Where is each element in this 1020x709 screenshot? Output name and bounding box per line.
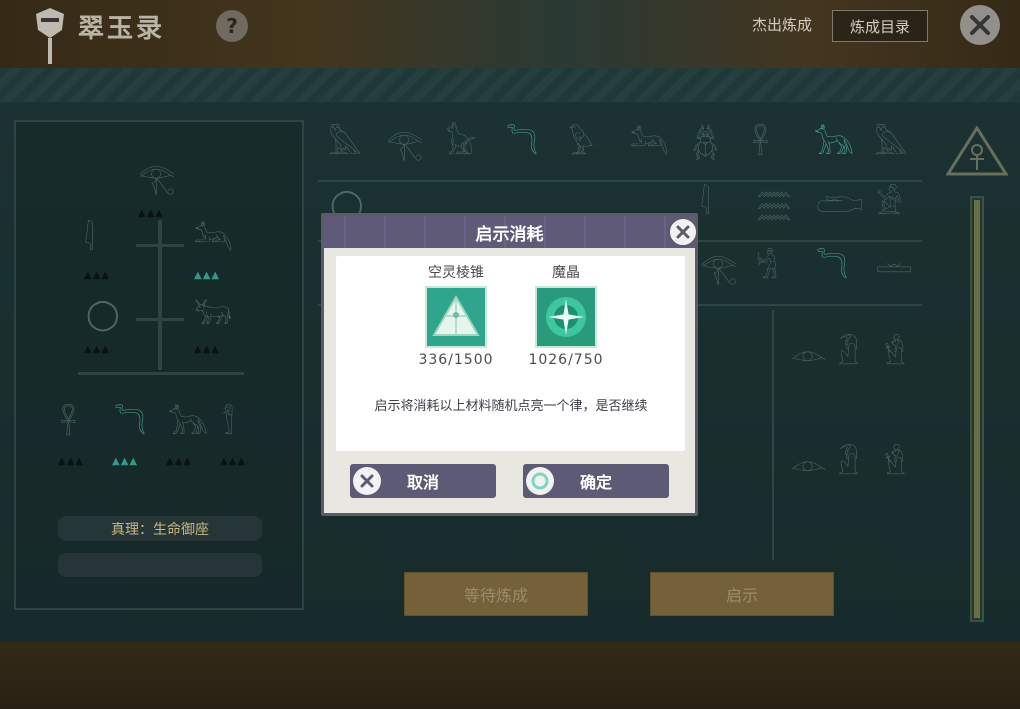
item-name: 魔晶 bbox=[552, 265, 580, 281]
cancel-icon bbox=[353, 467, 381, 495]
dialog-close-icon[interactable] bbox=[668, 217, 698, 247]
confirm-label: 确定 bbox=[579, 473, 612, 492]
cancel-label: 取消 bbox=[406, 473, 439, 492]
item-name: 空灵棱锥 bbox=[428, 265, 484, 281]
reveal-cost-dialog: 启示消耗 空灵棱锥 336/1500 魔晶 1026/750 启示将消耗以上材料… bbox=[321, 213, 698, 516]
dialog-body: 空灵棱锥 336/1500 魔晶 1026/750 启示将消耗以上材料随机点亮一… bbox=[336, 256, 685, 451]
dialog-description: 启示将消耗以上材料随机点亮一个律，是否继续 bbox=[374, 399, 648, 414]
item-count: 336/1500 bbox=[418, 352, 494, 368]
cost-item: 空灵棱锥 336/1500 bbox=[413, 262, 499, 368]
confirm-button[interactable]: 确定 bbox=[523, 464, 669, 498]
cancel-button[interactable]: 取消 bbox=[350, 464, 496, 498]
dialog-title: 启示消耗 bbox=[324, 216, 695, 248]
pyramid-icon bbox=[425, 286, 487, 348]
crystal-icon bbox=[535, 286, 597, 348]
cost-item: 魔晶 1026/750 bbox=[523, 262, 609, 368]
confirm-icon bbox=[526, 467, 554, 495]
item-count: 1026/750 bbox=[528, 352, 604, 368]
